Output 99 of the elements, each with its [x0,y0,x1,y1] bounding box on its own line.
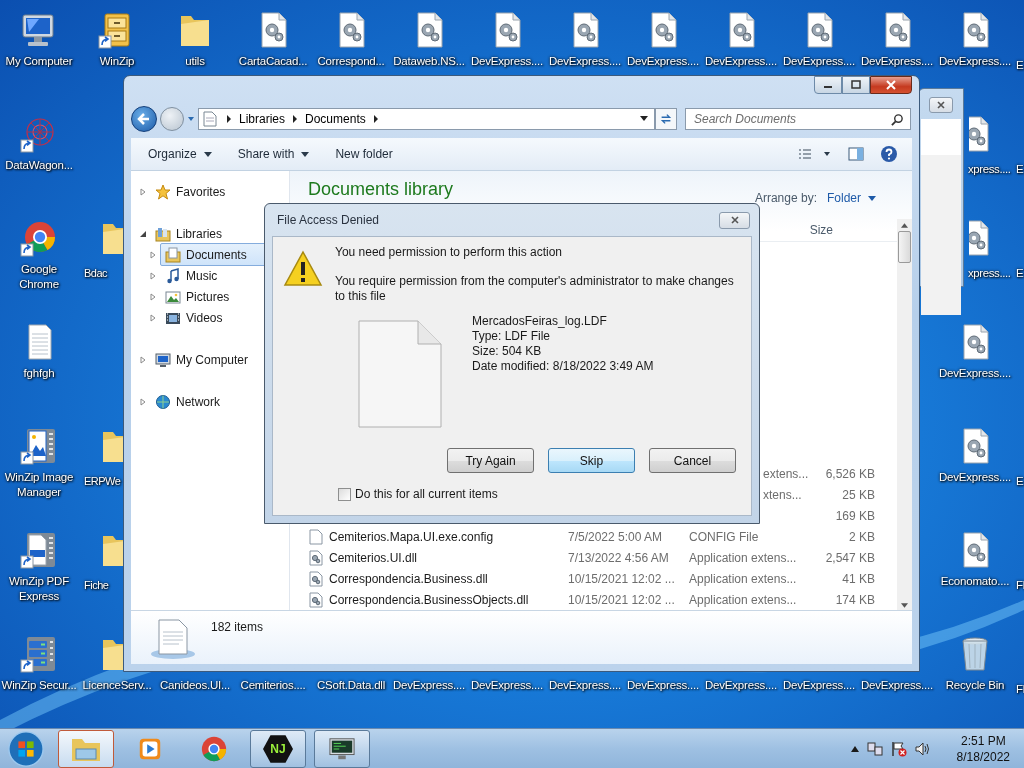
taskbar-button[interactable]: NJ [250,730,306,768]
type-cell: xtens... [763,487,802,502]
icon-label: utils [185,54,205,69]
file-name[interactable]: Correspondencia.BusinessObjects.dll [329,592,529,607]
item-count: 182 items [211,619,264,634]
icon-label: DevExpress.... [705,54,777,69]
icon-label: WinZip Image Manager [3,470,75,500]
icon-label: DevExpress.... [471,54,543,69]
navigation-item[interactable]: Libraries [150,222,228,245]
icon-label: CartaCacad... [238,54,308,69]
icon-label: DevExpress.... [783,678,855,693]
hexagon-logo-icon: NJ [263,734,293,764]
checkbox-label: Do this for all current items [355,487,498,501]
file-name[interactable]: Cemiterios.UI.dll [329,550,418,565]
navigation-item[interactable]: Videos [160,306,228,329]
icon-label: xpress.... [968,162,1011,177]
toolbar-button[interactable]: New folder [326,143,402,165]
type-cell: CONFIG File [689,529,759,544]
icon-label: Correspond... [317,54,385,69]
dialog-button[interactable]: Try Again [447,448,534,473]
icon-label: LicenceServ... [82,678,152,693]
icon-label: WinZip [99,54,135,69]
icon-label: E [1016,58,1024,73]
search-field[interactable]: Search Documents [685,108,911,130]
date-cell: 10/15/2021 12:02 ... [568,571,675,586]
navigation-item[interactable]: Network [150,390,225,413]
arrange-dropdown[interactable]: Folder [827,191,876,205]
size-cell: 41 KB [842,571,875,586]
icon-label: Dataweb.NS... [393,54,465,69]
type-cell: Application extens... [689,571,797,586]
dialog-message: You require permission from the computer's administrator to make changes to this file [335,274,735,304]
dialog-button[interactable]: Cancel [649,448,736,473]
file-name[interactable]: Correspondencia.Business.dll [329,571,488,586]
breadcrumb-item[interactable]: Libraries [239,112,286,126]
icon-label: DevExpress.... [705,678,777,693]
address-bar[interactable]: Libraries Documents [198,108,655,130]
icon-label: Economato.... [940,574,1010,589]
breadcrumb-item[interactable]: Documents [305,112,366,126]
size-cell: 2,547 KB [825,550,875,565]
icon-label: Google Chrome [18,262,60,292]
icon-label: E [1016,266,1024,281]
icon-label: Fl [1016,682,1024,697]
icon-label: xpress.... [968,266,1011,281]
icon-label: E [1016,162,1024,177]
icon-label: DevExpress.... [393,678,465,693]
type-cell: extens... [763,466,809,481]
icon-label: DevExpress.... [783,54,855,69]
icon-label: Canideos.UI... [159,678,231,693]
file-detail: Size: 504 KB [472,344,543,359]
date-cell: 10/15/2021 12:02 ... [568,592,675,607]
icon-label: DevExpress.... [861,54,933,69]
icon-label: Bdac [84,266,108,281]
icon-label: Fl [1016,578,1024,593]
navigation-item[interactable]: My Computer [150,348,254,371]
navigation-item[interactable]: Favorites [150,180,231,203]
icon-label: CSoft.Data.dll [316,678,386,693]
icon-label: DevExpress.... [471,678,543,693]
toolbar-button[interactable]: Organize [139,143,221,165]
library-title: Documents library [308,179,454,200]
icon-label: ERPWe [84,474,121,489]
clock[interactable]: 2:51 PM 8/18/2022 [952,733,1014,765]
toolbar-button[interactable]: Share with [228,143,319,165]
file-name: MercadosFeiras_log.LDF [472,314,608,329]
size-cell: 2 KB [849,529,875,544]
size-cell: 6,526 KB [825,466,875,481]
icon-label: Fiche [84,578,109,593]
icon-label: fghfgh [23,366,55,381]
column-header[interactable]: Size [805,223,837,237]
icon-label: WinZip PDF Express [8,574,70,604]
file-detail: Type: LDF File [472,329,552,344]
icon-label: DevExpress.... [549,678,621,693]
date-cell: 7/13/2022 4:56 AM [568,550,669,565]
type-cell: Application extens... [689,550,797,565]
icon-label: DevExpress.... [939,366,1011,381]
icon-label: DevExpress.... [939,470,1011,485]
size-cell: 25 KB [842,487,875,502]
icon-label: DevExpress.... [627,54,699,69]
icon-label: DevExpress.... [861,678,933,693]
arrange-label: Arrange by: [754,191,817,205]
icon-label: DevExpress.... [627,678,699,693]
file-detail: Date modified: 8/18/2022 3:49 AM [472,359,654,374]
date-cell: 7/5/2022 5:00 AM [568,529,663,544]
navigation-item[interactable]: Pictures [160,285,235,308]
icon-label: Recycle Bin [945,678,1005,693]
icon-label: DevExpress.... [939,54,1011,69]
dialog-title: File Access Denied [277,213,380,227]
type-cell: Application extens... [689,592,797,607]
icon-label: WinZip Secur... [1,678,77,693]
icon-label: Cemiterios.... [240,678,306,693]
icon-label: DevExpress.... [549,54,621,69]
file-name[interactable]: Cemiterios.Mapa.UI.exe.config [329,529,494,544]
icon-label: My Computer [5,54,73,69]
size-cell: 169 KB [835,508,875,523]
icon-label: E [1016,474,1024,489]
size-cell: 174 KB [835,592,875,607]
icon-label: DataWagon... [5,158,73,173]
dialog-heading: You need permission to perform this action [335,245,563,260]
dialog-button[interactable]: Skip [548,448,635,473]
navigation-item[interactable]: Music [160,264,223,287]
